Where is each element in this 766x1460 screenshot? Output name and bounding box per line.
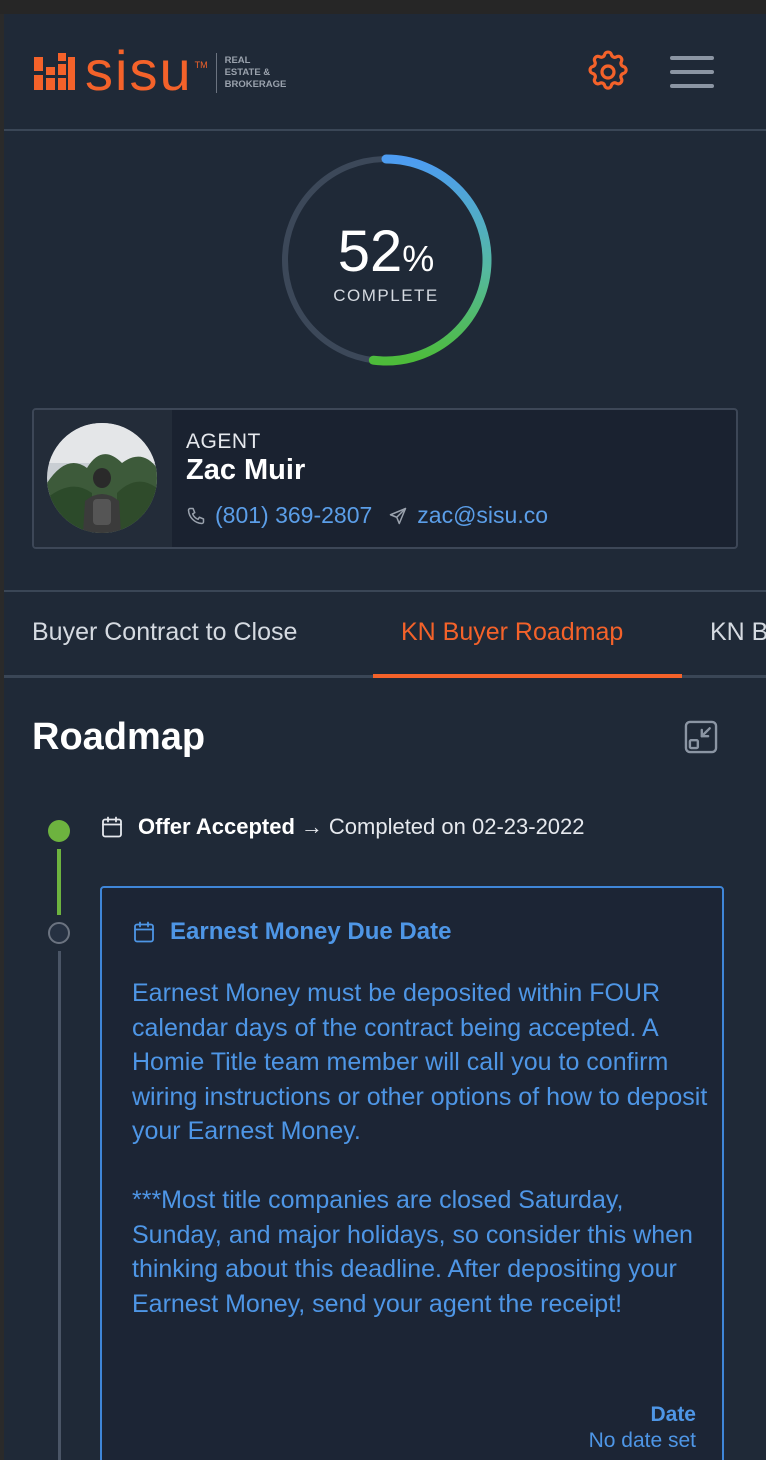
calendar-icon [102, 816, 122, 838]
event-status: Completed on 02-23-2022 [328, 814, 585, 839]
sisu-logo[interactable]: SiSU TM REAL ESTATE & BROKERAGE [34, 39, 287, 102]
progress-symbol: % [402, 238, 435, 279]
event-card-description: Earnest Money must be deposited within F… [132, 979, 708, 1318]
agent-phone-link[interactable]: (801) 369-2807 [215, 502, 372, 529]
roadmap-title: Roadmap [32, 716, 206, 758]
event-title: Offer Accepted [138, 814, 295, 839]
logo-mark-icon [34, 52, 75, 94]
tab-kn-buyer-roadmap[interactable]: KN Buyer Roadmap [401, 618, 623, 647]
window-top-strip [0, 0, 766, 14]
active-tab-indicator [373, 674, 682, 678]
agent-card: AGENT Zac Muir (801) 369-2807 zac@sisu.c… [32, 408, 738, 549]
tab-bar: Buyer Contract to Close KN Buyer Roadmap… [4, 592, 766, 678]
logo-subtitle: REAL ESTATE & BROKERAGE [225, 55, 287, 91]
tab-buyer-contract-to-close[interactable]: Buyer Contract to Close [32, 618, 297, 647]
collapse-icon[interactable] [682, 718, 720, 756]
event-arrow: → [300, 814, 323, 839]
logo-sub-line-3: BROKERAGE [224, 79, 287, 90]
app-header: SiSU TM REAL ESTATE & BROKERAGE [4, 14, 766, 131]
phone-icon [187, 507, 205, 524]
calendar-icon [134, 921, 154, 943]
agent-contact: (801) 369-2807 zac@sisu.co [186, 502, 548, 529]
hamburger-icon[interactable] [668, 52, 716, 92]
progress-value: 52 [337, 219, 403, 284]
app-frame: SiSU TM REAL ESTATE & BROKERAGE [4, 14, 766, 1460]
avatar [47, 423, 157, 533]
logo-wordmark: SiSU [85, 39, 193, 102]
agent-name: Zac Muir [186, 454, 306, 486]
timeline-dot-completed [48, 820, 70, 842]
logo-sub-line-2: ESTATE & [224, 67, 271, 78]
timeline-dot-upcoming [48, 922, 70, 944]
event-date-label: Date [650, 1403, 696, 1426]
event-offer-accepted: Offer Accepted → Completed on 02-23-2022 [100, 814, 585, 840]
logo-trademark: TM [194, 60, 208, 70]
agent-photo-panel [34, 410, 172, 547]
agent-email-link[interactable]: zac@sisu.co [417, 502, 548, 529]
event-card-title-text: Earnest Money Due Date [170, 918, 452, 945]
tab-kn-buyer-checklist[interactable]: KN Buyer Checklist [710, 618, 766, 647]
send-icon [390, 507, 407, 524]
gear-icon[interactable] [584, 48, 632, 96]
timeline-line-upcoming [58, 951, 61, 1460]
progress-percent: 52% [276, 222, 496, 282]
timeline-line-completed [57, 849, 61, 915]
agent-role: AGENT [186, 430, 261, 453]
logo-divider [215, 53, 217, 93]
progress-label: COMPLETE [333, 286, 439, 305]
logo-sub-line-1: REAL [224, 55, 251, 66]
event-card-title: Earnest Money Due Date [132, 918, 451, 946]
event-card-earnest-money[interactable]: Earnest Money Due Date Earnest Money mus… [100, 886, 724, 1460]
event-date-value: No date set [588, 1429, 696, 1452]
